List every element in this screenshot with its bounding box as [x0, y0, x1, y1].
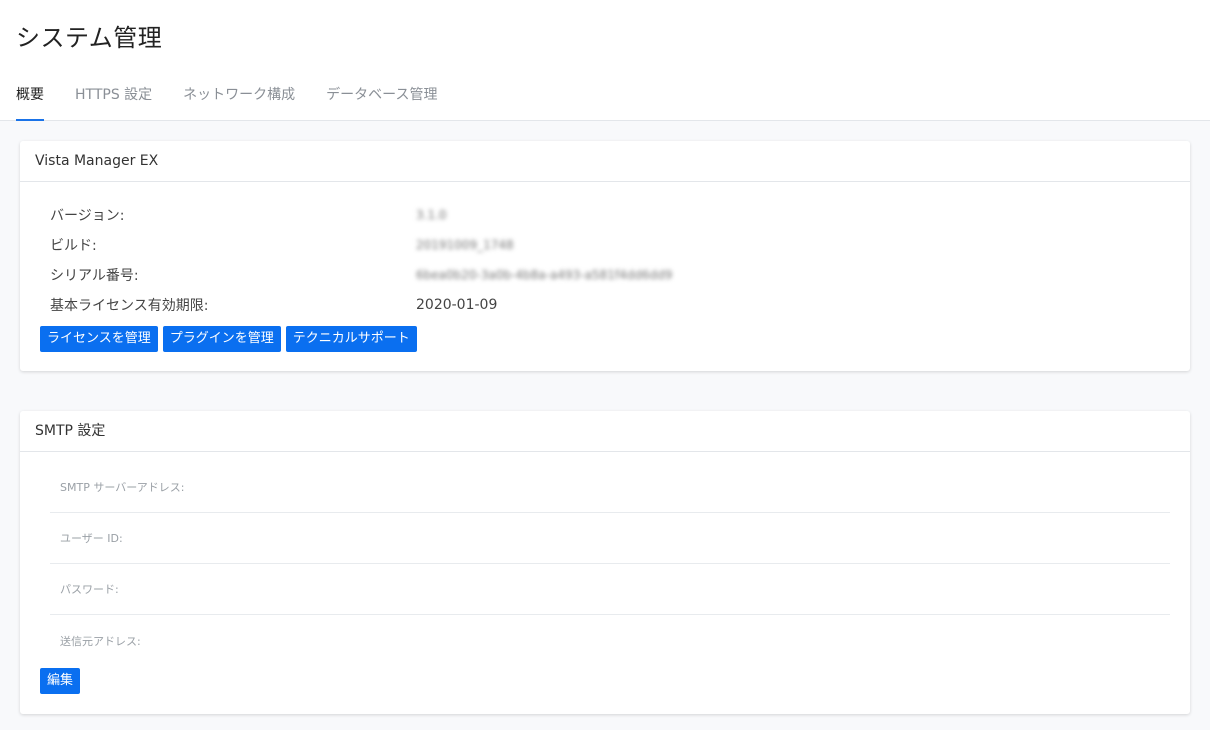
- vista-manager-card: Vista Manager EX バージョン: 3.1.0 ビルド: 20191…: [20, 141, 1190, 371]
- license-expiry-value: 2020-01-09: [416, 297, 498, 313]
- smtp-user-id-field: ユーザー ID:: [50, 513, 1170, 564]
- smtp-sender-address-field: 送信元アドレス:: [60, 634, 141, 648]
- smtp-settings-card: SMTP 設定 SMTP サーバーアドレス: ユーザー ID: パスワード: 送…: [20, 411, 1190, 714]
- serial-value: 6bea0b20-3a0b-4b8a-a493-a581f4dd6dd9: [416, 268, 673, 282]
- info-row-license-expiry: 基本ライセンス有効期限: 2020-01-09: [40, 290, 1170, 320]
- tab-network-config[interactable]: ネットワーク構成: [183, 80, 295, 120]
- edit-smtp-button[interactable]: 編集: [40, 668, 81, 694]
- page-header: システム管理 概要 HTTPS 設定 ネットワーク構成 データベース管理: [0, 0, 1210, 121]
- vista-card-body: バージョン: 3.1.0 ビルド: 20191009_1748 シリアル番号: …: [20, 182, 1190, 371]
- technical-support-button[interactable]: テクニカルサポート: [285, 326, 417, 352]
- build-label: ビルド:: [50, 238, 97, 254]
- smtp-password-field: パスワード:: [50, 564, 1170, 615]
- tab-database-management[interactable]: データベース管理: [326, 80, 437, 120]
- version-value: 3.1.0: [416, 208, 447, 222]
- smtp-card-body: SMTP サーバーアドレス: ユーザー ID: パスワード: 送信元アドレス: …: [20, 452, 1190, 714]
- tab-bar: 概要 HTTPS 設定 ネットワーク構成 データベース管理: [16, 80, 468, 121]
- smtp-card-title: SMTP 設定: [20, 411, 1190, 452]
- serial-label: シリアル番号:: [50, 268, 139, 284]
- vista-button-row: ライセンスを管理 プラグインを管理 テクニカルサポート: [40, 326, 1170, 352]
- vista-card-title: Vista Manager EX: [20, 141, 1190, 182]
- info-row-serial: シリアル番号: 6bea0b20-3a0b-4b8a-a493-a581f4dd…: [40, 260, 1170, 290]
- smtp-button-row: 編集: [40, 668, 1170, 694]
- build-value: 20191009_1748: [416, 238, 514, 252]
- manage-license-button[interactable]: ライセンスを管理: [40, 326, 158, 352]
- smtp-server-address-field: SMTP サーバーアドレス:: [50, 462, 1170, 513]
- info-row-version: バージョン: 3.1.0: [40, 200, 1170, 230]
- tab-https-settings[interactable]: HTTPS 設定: [75, 80, 152, 120]
- manage-plugins-button[interactable]: プラグインを管理: [162, 326, 281, 352]
- info-row-build: ビルド: 20191009_1748: [40, 230, 1170, 260]
- version-label: バージョン:: [50, 208, 125, 224]
- license-expiry-label: 基本ライセンス有効期限:: [50, 298, 209, 314]
- page-title: システム管理: [16, 24, 163, 52]
- tab-overview[interactable]: 概要: [16, 80, 44, 121]
- main-content: Vista Manager EX バージョン: 3.1.0 ビルド: 20191…: [0, 121, 1210, 714]
